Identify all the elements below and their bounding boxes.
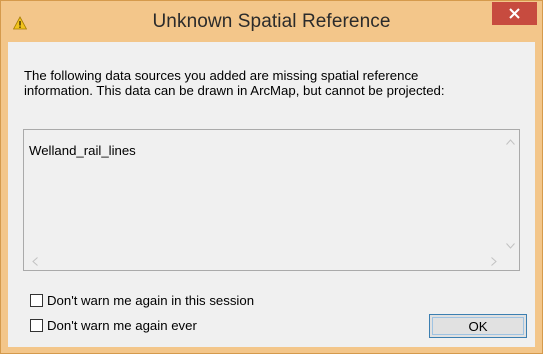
session-checkbox-label[interactable]: Don't warn me again in this session xyxy=(47,293,254,308)
scroll-down-button[interactable] xyxy=(502,236,519,253)
scroll-up-button[interactable] xyxy=(502,132,519,149)
window-title: Unknown Spatial Reference xyxy=(152,11,391,32)
horizontal-scrollbar[interactable] xyxy=(24,253,502,270)
title-bar[interactable]: Unknown Spatial Reference xyxy=(1,1,542,42)
close-icon xyxy=(509,8,520,19)
chevron-down-icon xyxy=(506,236,515,254)
session-checkbox[interactable] xyxy=(30,294,43,307)
chevron-right-icon xyxy=(490,253,497,271)
ok-button-label: OK xyxy=(468,318,488,334)
message-line-2: information. This data can be drawn in A… xyxy=(24,83,445,98)
chevron-left-icon xyxy=(31,253,38,271)
option-ever[interactable]: Don't warn me again ever xyxy=(30,318,197,333)
chevron-up-icon xyxy=(506,132,515,150)
message-text: The following data sources you added are… xyxy=(24,68,524,98)
close-button[interactable] xyxy=(492,2,537,25)
scroll-right-button[interactable] xyxy=(485,253,502,270)
dialog-body: The following data sources you added are… xyxy=(8,42,535,347)
data-sources-list[interactable]: Welland_rail_lines xyxy=(23,129,520,271)
list-item[interactable]: Welland_rail_lines xyxy=(29,143,136,158)
ever-checkbox[interactable] xyxy=(30,319,43,332)
ever-checkbox-label[interactable]: Don't warn me again ever xyxy=(47,318,197,333)
option-session[interactable]: Don't warn me again in this session xyxy=(30,293,254,308)
scroll-left-button[interactable] xyxy=(26,253,43,270)
dialog-window: Unknown Spatial Reference The following … xyxy=(0,0,543,354)
vertical-scrollbar[interactable] xyxy=(502,130,519,253)
ok-button[interactable]: OK xyxy=(429,314,527,338)
message-line-1: The following data sources you added are… xyxy=(24,68,419,83)
